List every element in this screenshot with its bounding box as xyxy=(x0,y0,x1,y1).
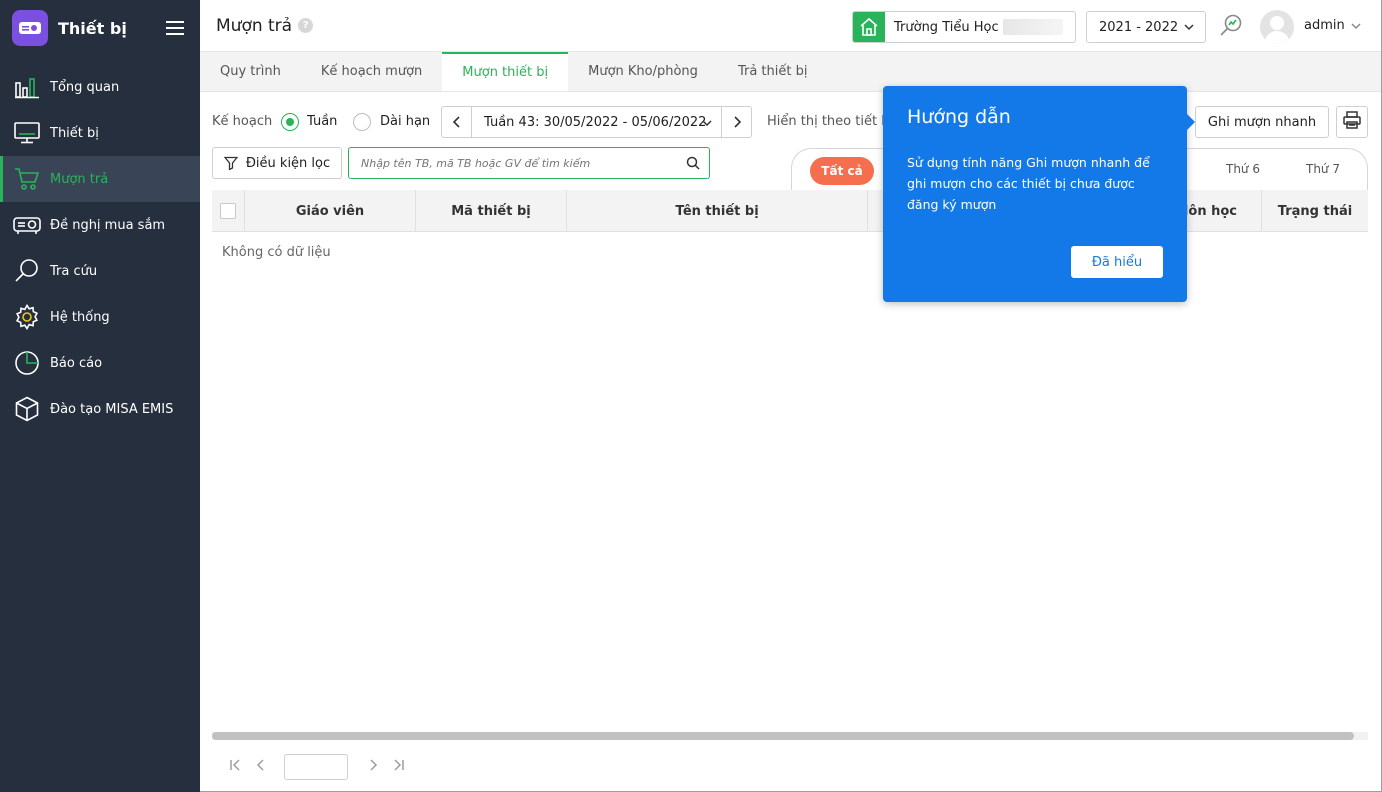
tab-tra-thiet-bi[interactable]: Trả thiết bị xyxy=(718,52,828,91)
menu-toggle-icon[interactable] xyxy=(166,21,184,35)
select-all-cell xyxy=(212,190,245,232)
display-by-label: Hiển thị theo tiết họ xyxy=(767,114,898,129)
filter-label: Điều kiện lọc xyxy=(245,155,331,171)
avatar[interactable] xyxy=(1260,10,1294,44)
radio-long-term[interactable] xyxy=(353,113,371,131)
radio-long-term-label[interactable]: Dài hạn xyxy=(380,114,430,129)
search-field xyxy=(348,147,710,179)
app-logo-icon xyxy=(12,10,48,46)
guide-title: Hướng dẫn xyxy=(907,106,1011,128)
cube-icon xyxy=(13,395,41,423)
chevron-down-icon xyxy=(1183,21,1195,37)
sidebar-item-label: Mượn trả xyxy=(50,171,109,187)
day-tab-friday[interactable]: Thứ 6 xyxy=(1226,162,1260,176)
sidebar-item-label: Đào tạo MISA EMIS xyxy=(50,401,174,417)
page-number-input[interactable] xyxy=(284,754,348,780)
next-week-button[interactable] xyxy=(722,107,751,137)
last-page-icon[interactable] xyxy=(392,758,406,776)
school-name-redacted xyxy=(1002,19,1063,35)
monitor-icon xyxy=(13,119,41,147)
gear-icon xyxy=(13,303,41,331)
school-year-select[interactable]: 2021 - 2022 xyxy=(1086,11,1206,43)
quick-borrow-label: Ghi mượn nhanh xyxy=(1207,114,1317,130)
filter-icon xyxy=(223,156,238,170)
sidebar-item-label: Hệ thống xyxy=(50,309,110,325)
plan-label: Kế hoạch xyxy=(212,114,273,129)
main-panel: Mượn trả ? Trường Tiểu Học 2021 - 2022 a… xyxy=(200,0,1382,792)
column-header-status[interactable]: Trạng thái xyxy=(1262,190,1368,232)
user-name[interactable]: admin xyxy=(1304,18,1345,33)
sidebar-item-label: Thiết bị xyxy=(50,125,99,141)
global-search-icon[interactable] xyxy=(1218,13,1244,43)
column-header-device-name[interactable]: Tên thiết bị xyxy=(567,190,868,232)
sidebar-header: Thiết bị xyxy=(0,0,200,56)
tab-muon-kho-phong[interactable]: Mượn Kho/phòng xyxy=(568,52,718,91)
guide-popup: Hướng dẫn Sử dụng tính năng Ghi mượn nha… xyxy=(883,86,1195,302)
week-select[interactable]: Tuần 43: 30/05/2022 - 05/06/2022 xyxy=(471,107,722,137)
sidebar-item-de-nghi-mua-sam[interactable]: Đề nghị mua sắm xyxy=(0,202,200,248)
radio-week-label[interactable]: Tuần xyxy=(307,114,337,129)
chevron-down-icon xyxy=(701,117,713,133)
radio-week[interactable] xyxy=(281,113,299,131)
sidebar-item-dao-tao[interactable]: Đào tạo MISA EMIS xyxy=(0,386,200,432)
page-title: Mượn trả xyxy=(216,15,293,36)
sidebar-nav: Tổng quan Thiết bị Mượn trả Đề nghị mua … xyxy=(0,64,200,432)
search-input[interactable] xyxy=(361,156,671,170)
printer-icon xyxy=(1342,110,1362,134)
app-title: Thiết bị xyxy=(58,18,127,38)
bar-chart-icon xyxy=(13,73,41,101)
search-icon[interactable] xyxy=(686,156,700,174)
filter-button[interactable]: Điều kiện lọc xyxy=(212,147,342,179)
sidebar: Thiết bị Tổng quan Thiết bị Mượn trả Đề … xyxy=(0,0,200,792)
sidebar-item-label: Tổng quan xyxy=(50,79,120,95)
sidebar-item-label: Báo cáo xyxy=(50,355,103,371)
cart-icon xyxy=(13,165,41,193)
column-header-device-code[interactable]: Mã thiết bị xyxy=(416,190,567,232)
prev-week-button[interactable] xyxy=(442,107,471,137)
quick-borrow-button[interactable]: Ghi mượn nhanh xyxy=(1195,106,1329,138)
column-header-teacher[interactable]: Giáo viên xyxy=(245,190,416,232)
help-icon[interactable]: ? xyxy=(298,18,314,33)
topbar: Mượn trả ? Trường Tiểu Học 2021 - 2022 a… xyxy=(200,0,1381,52)
guide-ok-button[interactable]: Đã hiểu xyxy=(1071,246,1163,278)
search-icon xyxy=(13,257,41,285)
empty-table-message: Không có dữ liệu xyxy=(222,245,331,260)
week-navigator: Tuần 43: 30/05/2022 - 05/06/2022 xyxy=(441,106,752,138)
scrollbar-thumb[interactable] xyxy=(212,732,1354,740)
sidebar-item-label: Đề nghị mua sắm xyxy=(50,217,166,233)
tab-bar: Quy trình Kế hoạch mượn Mượn thiết bị Mư… xyxy=(200,52,1381,92)
tab-quy-trinh[interactable]: Quy trình xyxy=(200,52,301,91)
school-year-value: 2021 - 2022 xyxy=(1099,19,1179,35)
pie-chart-icon xyxy=(13,349,41,377)
print-button[interactable] xyxy=(1336,106,1368,138)
sidebar-item-thiet-bi[interactable]: Thiết bị xyxy=(0,110,200,156)
day-tab-all[interactable]: Tất cả xyxy=(810,157,874,185)
sidebar-item-he-thong[interactable]: Hệ thống xyxy=(0,294,200,340)
select-all-checkbox[interactable] xyxy=(220,203,236,219)
table-header: Giáo viên Mã thiết bị Tên thiết bị Môn h… xyxy=(212,190,1368,232)
projector-icon xyxy=(13,211,41,239)
tab-muon-thiet-bi[interactable]: Mượn thiết bị xyxy=(442,52,569,91)
sidebar-item-label: Tra cứu xyxy=(50,263,98,279)
prev-page-icon[interactable] xyxy=(254,758,268,776)
next-page-icon[interactable] xyxy=(366,758,380,776)
sidebar-item-bao-cao[interactable]: Báo cáo xyxy=(0,340,200,386)
sidebar-item-tra-cuu[interactable]: Tra cứu xyxy=(0,248,200,294)
chevron-down-icon[interactable] xyxy=(1350,20,1362,36)
tab-ke-hoach-muon[interactable]: Kế hoạch mượn xyxy=(301,52,442,91)
guide-text: Sử dụng tính năng Ghi mượn nhanh để ghi … xyxy=(907,155,1150,212)
school-selector[interactable]: Trường Tiểu Học xyxy=(852,11,1076,43)
day-tab-saturday[interactable]: Thứ 7 xyxy=(1306,162,1340,176)
horizontal-scrollbar[interactable] xyxy=(212,732,1368,740)
sidebar-item-tong-quan[interactable]: Tổng quan xyxy=(0,64,200,110)
school-name: Trường Tiểu Học xyxy=(894,19,999,35)
week-range-value: Tuần 43: 30/05/2022 - 05/06/2022 xyxy=(484,114,707,130)
sidebar-item-muon-tra[interactable]: Mượn trả xyxy=(0,156,200,202)
first-page-icon[interactable] xyxy=(228,758,242,776)
school-home-icon xyxy=(853,12,885,42)
